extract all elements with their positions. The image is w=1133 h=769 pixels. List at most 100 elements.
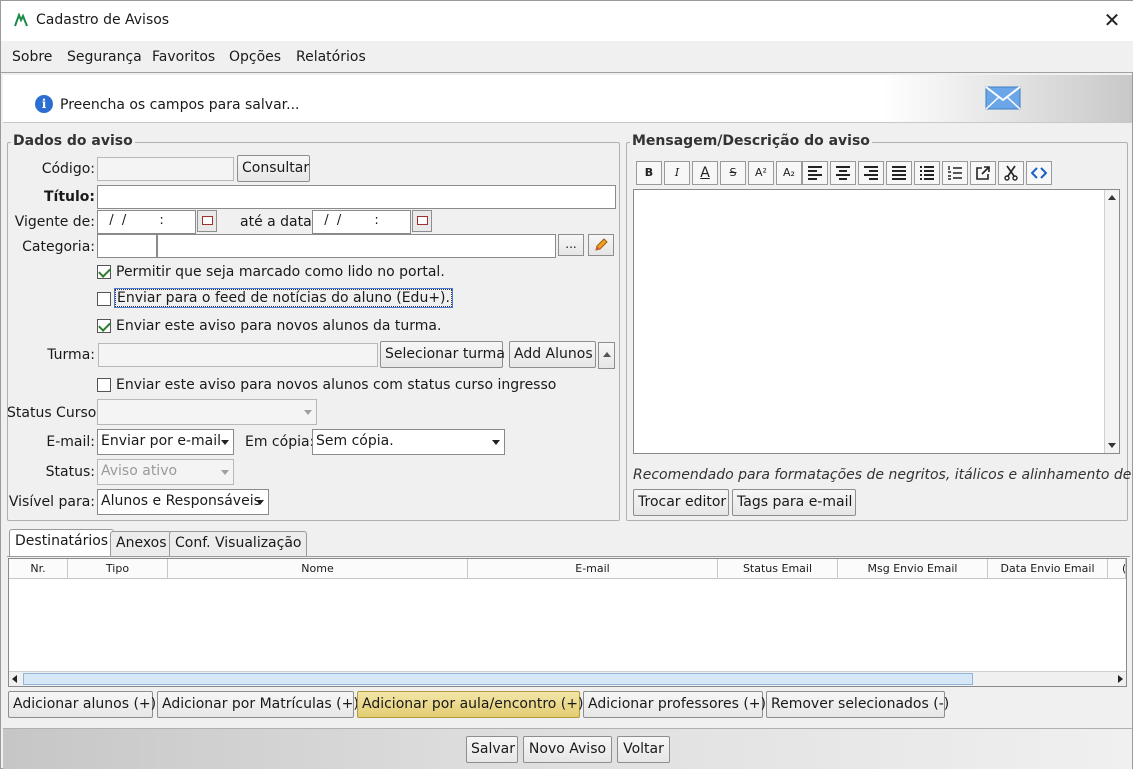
tab-destinatarios[interactable]: Destinatários <box>9 529 115 557</box>
tab-anexos[interactable]: Anexos <box>110 531 173 556</box>
menu-relatorios[interactable]: Relatórios <box>296 49 366 65</box>
subscript-button[interactable]: A₂ <box>776 161 802 185</box>
add-alunos-button[interactable]: Add Alunos <box>509 341 596 368</box>
column-header-status-email[interactable]: Status Email <box>718 559 838 579</box>
lido-checkbox-label: Permitir que seja marcado como lido no p… <box>116 264 445 280</box>
novos-turma-checkbox[interactable] <box>97 319 111 333</box>
editor-hint: Recomendado para formatações de negritos… <box>633 467 1133 483</box>
em-copia-select[interactable]: Sem cópia. <box>312 429 505 455</box>
vigente-calendar-icon[interactable] <box>197 210 217 232</box>
scroll-up-button[interactable] <box>598 342 615 369</box>
adicionar-alunos-button[interactable]: Adicionar alunos (+) <box>8 691 156 718</box>
titulo-field[interactable] <box>97 185 616 209</box>
menu-sobre[interactable]: Sobre <box>12 49 52 65</box>
vigente-label: Vigente de: <box>14 214 95 230</box>
status-curso-select[interactable] <box>97 399 317 425</box>
selecionar-turma-button[interactable]: Selecionar turma <box>380 341 505 368</box>
pencil-icon <box>595 238 608 251</box>
window: Cadastro de Avisos ✕ Sobre Segurança Fav… <box>0 0 1133 769</box>
info-bar: i Preencha os campos para salvar... <box>3 75 1132 123</box>
status-ingresso-checkbox-label: Enviar este aviso para novos alunos com … <box>116 377 557 393</box>
column-header-nome[interactable]: Nome <box>168 559 468 579</box>
titulo-label: Título: <box>43 189 95 205</box>
column-header-nr[interactable]: Nr. <box>9 559 68 579</box>
mensagem-legend: Mensagem/Descrição do aviso <box>630 133 872 149</box>
categoria-edit-button[interactable] <box>588 234 614 256</box>
codigo-field[interactable] <box>97 157 234 181</box>
close-icon[interactable]: ✕ <box>1099 7 1125 33</box>
turma-label: Turma: <box>47 347 95 363</box>
grid-horizontal-scrollbar[interactable] <box>9 671 1126 686</box>
voltar-button[interactable]: Voltar <box>617 736 670 763</box>
source-code-icon[interactable] <box>1026 161 1052 185</box>
column-header-email[interactable]: E-mail <box>468 559 718 579</box>
consultar-button[interactable]: Consultar <box>237 155 310 182</box>
status-label: Status: <box>45 464 95 480</box>
title-bar: Cadastro de Avisos ✕ <box>1 1 1133 41</box>
categoria-search-button[interactable]: ... <box>558 234 584 256</box>
visivel-label: Visível para: <box>8 494 95 510</box>
footer-bar: Salvar Novo Aviso Voltar <box>3 728 1132 769</box>
email-select[interactable]: Enviar por e-mail <box>97 429 234 455</box>
menu-bar: Sobre Segurança Favoritos Opções Relatór… <box>1 41 1133 73</box>
email-label: E-mail: <box>46 434 95 450</box>
numbered-list-icon[interactable] <box>942 161 968 185</box>
adicionar-professores-button[interactable]: Adicionar professores (+) <box>583 691 766 718</box>
ate-calendar-icon[interactable] <box>412 210 432 232</box>
bullet-list-icon[interactable] <box>914 161 940 185</box>
destinatarios-grid[interactable]: Nr. Tipo Nome E-mail Status Email Msg En… <box>8 558 1127 687</box>
column-header-msg-envio-email[interactable]: Msg Envio Email <box>838 559 988 579</box>
bold-button[interactable]: B <box>636 161 662 185</box>
external-link-icon[interactable] <box>970 161 996 185</box>
info-message: Preencha os campos para salvar... <box>60 97 300 113</box>
column-header-tipo[interactable]: Tipo <box>68 559 168 579</box>
visivel-select[interactable]: Alunos e Responsáveis <box>97 489 269 515</box>
feed-checkbox-label: Enviar para o feed de notícias do aluno … <box>114 288 453 308</box>
categoria-label: Categoria: <box>22 239 95 255</box>
strikethrough-button[interactable]: S <box>720 161 746 185</box>
status-curso-label: Status Curso: <box>7 405 102 421</box>
novo-aviso-button[interactable]: Novo Aviso <box>523 736 612 763</box>
turma-field[interactable] <box>98 343 378 367</box>
align-left-icon[interactable] <box>802 161 828 185</box>
align-center-icon[interactable] <box>830 161 856 185</box>
feed-checkbox[interactable] <box>97 292 111 306</box>
vigente-date-field[interactable]: / / : <box>97 210 196 234</box>
categoria-code-field[interactable] <box>97 234 157 258</box>
app-logo-icon <box>14 13 28 27</box>
categoria-name-field[interactable] <box>157 234 556 258</box>
trocar-editor-button[interactable]: Trocar editor <box>633 489 729 516</box>
italic-button[interactable]: I <box>664 161 690 185</box>
visivel-select-value: Alunos e Responsáveis <box>101 493 261 509</box>
adicionar-matriculas-button[interactable]: Adicionar por Matrículas (+) <box>157 691 359 718</box>
status-ingresso-checkbox[interactable] <box>97 378 111 392</box>
status-select-value: Aviso ativo <box>101 463 178 479</box>
superscript-button[interactable]: A² <box>748 161 774 185</box>
editor-scrollbar[interactable] <box>1104 190 1119 453</box>
tab-conf-visualizacao[interactable]: Conf. Visualização <box>169 531 308 556</box>
editor-toolbar: B I A S A² A₂ <box>633 156 1120 188</box>
align-right-icon[interactable] <box>858 161 884 185</box>
menu-favoritos[interactable]: Favoritos <box>152 49 215 65</box>
scissors-icon[interactable] <box>998 161 1024 185</box>
font-color-button[interactable]: A <box>692 161 718 185</box>
email-select-value: Enviar por e-mail <box>101 433 221 449</box>
envelope-icon <box>985 86 1021 110</box>
dados-aviso-legend: Dados do aviso <box>11 133 135 149</box>
adicionar-aula-button[interactable]: Adicionar por aula/encontro (+) <box>357 691 583 718</box>
column-header-overflow[interactable]: ( <box>1108 559 1126 579</box>
codigo-label: Código: <box>41 161 95 177</box>
lido-checkbox[interactable] <box>97 265 111 279</box>
menu-seguranca[interactable]: Segurança <box>67 49 142 65</box>
novos-turma-checkbox-label: Enviar este aviso para novos alunos da t… <box>116 318 442 334</box>
align-justify-icon[interactable] <box>886 161 912 185</box>
salvar-button[interactable]: Salvar <box>466 736 518 763</box>
column-header-data-envio-email[interactable]: Data Envio Email <box>988 559 1108 579</box>
message-editor[interactable] <box>633 189 1120 454</box>
ate-date-field[interactable]: / / : <box>312 210 411 234</box>
info-icon: i <box>35 95 53 113</box>
tags-email-button[interactable]: Tags para e-mail <box>732 489 856 516</box>
remover-selecionados-button[interactable]: Remover selecionados (-) <box>766 691 949 718</box>
status-select[interactable]: Aviso ativo <box>97 459 234 485</box>
menu-opcoes[interactable]: Opções <box>229 49 281 65</box>
